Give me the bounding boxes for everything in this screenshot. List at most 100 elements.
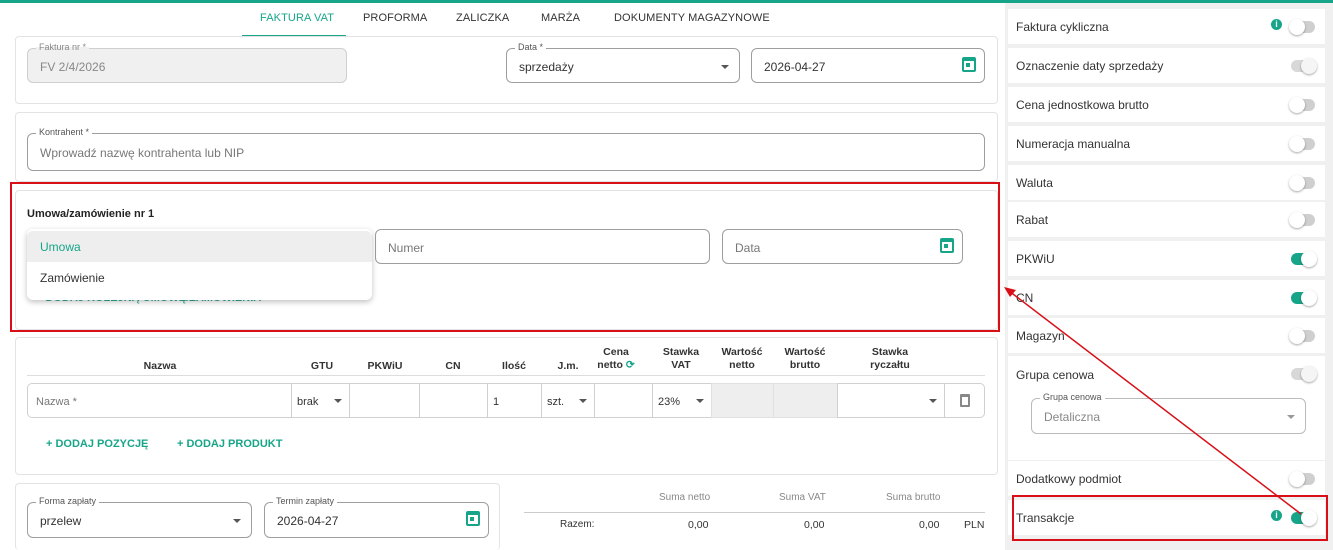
invoice-date-value: 2026-04-27 <box>764 60 826 74</box>
option-dodatkowy-podmiot: Dodatkowy podmiot <box>1008 461 1325 496</box>
option-cn: CN <box>1008 280 1325 315</box>
payment-form-select[interactable]: Forma zapłaty przelew <box>27 496 252 538</box>
toggle-cena-brutto[interactable] <box>1289 97 1315 113</box>
header-sr-line1: Stawka <box>871 346 909 358</box>
tab-marza[interactable]: MARŻA <box>541 12 580 24</box>
toggle-numeracja-manualna[interactable] <box>1289 136 1315 152</box>
calendar-icon[interactable] <box>962 57 976 72</box>
toggle-oznaczenie-daty <box>1291 58 1317 74</box>
info-icon[interactable]: i <box>1271 19 1282 30</box>
contractor-label: Kontrahent * <box>36 127 93 137</box>
annotation-highlight-transakcje <box>1012 495 1328 541</box>
header-wb-line2: brutto <box>789 359 821 371</box>
header-wartosc-brutto: Wartość brutto <box>780 346 830 372</box>
document-type-tabs: FAKTURA VAT PROFORMA ZALICZKA MARŻA DOKU… <box>0 3 1005 39</box>
header-pkwiu: PKWiU <box>367 360 403 372</box>
header-ilosc: Ilość <box>502 360 526 372</box>
toggle-cn[interactable] <box>1291 290 1317 306</box>
sum-currency: PLN <box>964 519 985 531</box>
payment-form-label: Forma zapłaty <box>36 496 100 506</box>
payment-due-label: Termin zapłaty <box>273 496 338 506</box>
toggle-faktura-cykliczna[interactable] <box>1289 19 1315 35</box>
option-label: Grupa cenowa <box>1016 368 1095 382</box>
chevron-down-icon <box>696 399 704 403</box>
header-vat-line1: Stawka <box>662 346 700 358</box>
chevron-down-icon <box>929 399 937 403</box>
header-wn-line2: netto <box>729 359 755 371</box>
option-label: Oznaczenie daty sprzedaży <box>1016 59 1164 73</box>
header-cena-line1: Cena <box>603 346 629 358</box>
option-label: CN <box>1016 291 1034 305</box>
header-gtu: GTU <box>310 360 334 372</box>
item-cn-input[interactable] <box>419 383 488 418</box>
header-vat-line2: VAT <box>671 359 691 371</box>
sum-net-value: 0,00 <box>688 519 709 531</box>
toggle-magazyn[interactable] <box>1289 328 1315 344</box>
tab-proforma[interactable]: PROFORMA <box>363 12 427 24</box>
option-label: Waluta <box>1016 176 1053 190</box>
chevron-down-icon <box>721 65 729 69</box>
contractor-input[interactable]: Kontrahent * Wprowadź nazwę kontrahenta … <box>27 127 985 171</box>
price-group-label: Grupa cenowa <box>1040 392 1105 402</box>
date-type-select[interactable]: Data * sprzedaży <box>506 42 740 83</box>
sum-net-label: Suma netto <box>659 492 711 503</box>
item-vat-value: 23% <box>658 396 681 408</box>
calendar-icon[interactable] <box>466 511 480 526</box>
item-gtu-select[interactable]: brak <box>291 383 350 418</box>
tab-dokumenty-magazynowe[interactable]: DOKUMENTY MAGAZYNOWE <box>614 12 770 24</box>
sum-gross-label: Suma brutto <box>886 492 941 503</box>
contractor-placeholder: Wprowadź nazwę kontrahenta lub NIP <box>40 146 245 160</box>
option-label: Cena jednostkowa brutto <box>1016 98 1149 112</box>
header-cena-line2: netto <box>597 359 623 371</box>
sum-total-label: Razem: <box>560 519 595 530</box>
toggle-pkwiu[interactable] <box>1291 251 1317 267</box>
option-cena-brutto: Cena jednostkowa brutto <box>1008 87 1325 122</box>
header-wn-line1: Wartość <box>721 346 763 358</box>
option-pkwiu: PKWiU <box>1008 241 1325 276</box>
invoice-number-label: Faktura nr * <box>36 42 90 52</box>
item-vat-select[interactable]: 23% <box>652 383 712 418</box>
option-label: Faktura cykliczna <box>1016 20 1109 34</box>
option-rabat: Rabat <box>1008 202 1325 237</box>
item-net-price-input[interactable] <box>594 383 653 418</box>
toggle-rabat[interactable] <box>1289 212 1315 228</box>
chevron-down-icon <box>1287 415 1295 419</box>
header-nazwa: Nazwa <box>143 360 177 372</box>
payment-due-date-field[interactable]: Termin zapłaty 2026-04-27 <box>264 496 489 538</box>
payment-form-value: przelew <box>40 514 82 528</box>
date-type-label: Data * <box>515 42 547 52</box>
add-position-label: DODAJ POZYCJĘ <box>55 438 149 450</box>
header-stawka-vat: Stawka VAT <box>656 346 706 372</box>
item-gtu-value: brak <box>297 396 319 408</box>
add-product-label: DODAJ PRODUKT <box>186 438 283 450</box>
sum-vat-value: 0,00 <box>804 519 825 531</box>
item-flat-rate-select[interactable] <box>837 383 945 418</box>
item-name-input[interactable]: Nazwa * <box>27 383 292 418</box>
item-pkwiu-input[interactable] <box>349 383 420 418</box>
summary-divider <box>524 512 985 513</box>
tab-zaliczka[interactable]: ZALICZKA <box>456 12 509 24</box>
invoice-date-field[interactable]: 2026-04-27 <box>751 48 985 83</box>
date-type-value: sprzedaży <box>519 60 574 74</box>
header-cn: CN <box>445 360 461 372</box>
item-net-value <box>711 383 774 418</box>
add-position-button[interactable]: + DODAJ POZYCJĘ <box>46 438 148 450</box>
price-group-value: Detaliczna <box>1044 410 1101 424</box>
toggle-dodatkowy-podmiot[interactable] <box>1289 471 1315 487</box>
add-product-button[interactable]: + DODAJ PRODUKT <box>177 438 282 450</box>
toggle-grupa-cenowa <box>1291 366 1317 382</box>
tab-faktura-vat[interactable]: FAKTURA VAT <box>260 12 334 24</box>
option-label: Rabat <box>1016 213 1049 227</box>
header-cena-netto: Cena netto ⟳ <box>596 346 636 372</box>
payment-due-value: 2026-04-27 <box>277 514 339 528</box>
option-label: Dodatkowy podmiot <box>1016 472 1122 486</box>
refresh-icon[interactable]: ⟳ <box>626 359 635 371</box>
price-group-select[interactable]: Grupa cenowa Detaliczna <box>1031 392 1306 434</box>
delete-row-button[interactable] <box>944 383 985 418</box>
chevron-down-icon <box>233 519 241 523</box>
item-qty-input[interactable]: 1 <box>487 383 542 418</box>
item-unit-select[interactable]: szt. <box>541 383 595 418</box>
toggle-waluta[interactable] <box>1289 175 1315 191</box>
header-sr-line2: ryczałtu <box>870 359 910 371</box>
item-gross-value <box>773 383 838 418</box>
